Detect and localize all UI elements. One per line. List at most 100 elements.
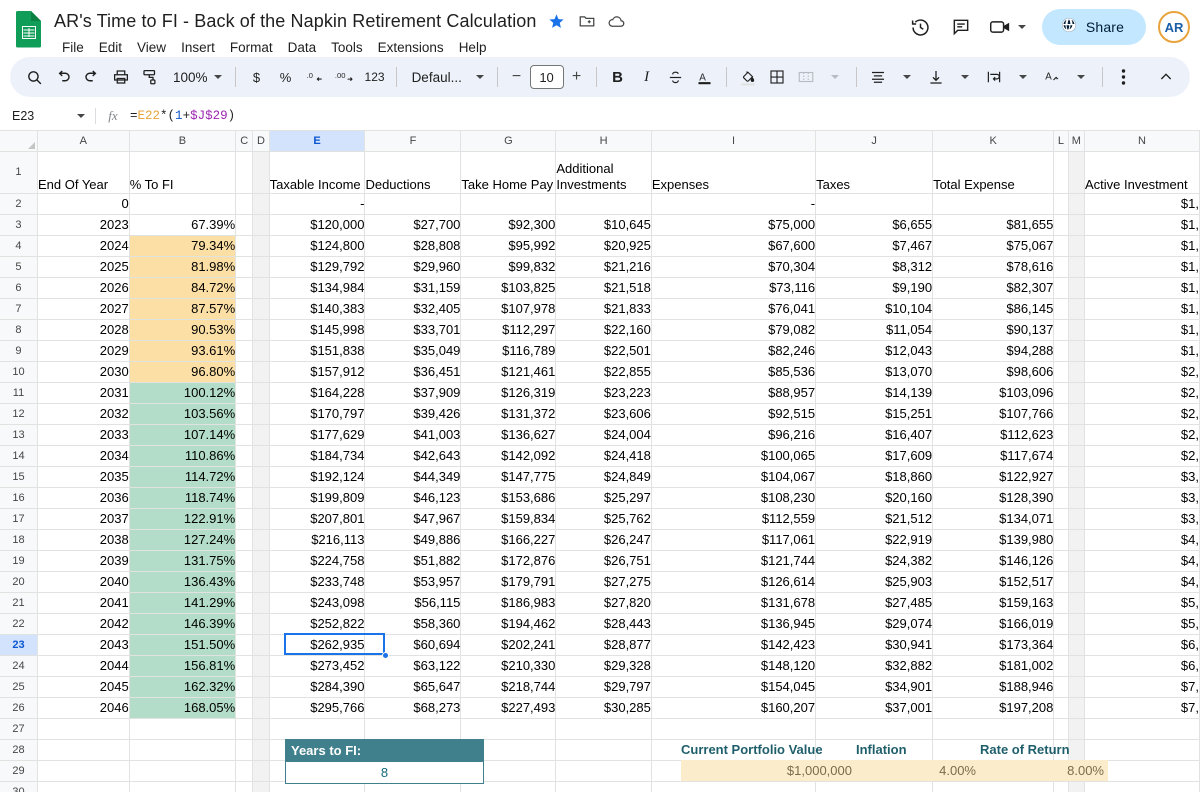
cell-b5[interactable]: 81.98% — [129, 256, 235, 277]
cell-e9[interactable]: $151,838 — [269, 340, 365, 361]
cell-h27[interactable] — [556, 718, 652, 739]
cell-b14[interactable]: 110.86% — [129, 445, 235, 466]
cell-m21[interactable] — [1068, 592, 1084, 613]
cell-j12[interactable]: $15,251 — [816, 403, 933, 424]
cell-l3[interactable] — [1054, 214, 1068, 235]
cell-l13[interactable] — [1054, 424, 1068, 445]
cell-f7[interactable]: $32,405 — [365, 298, 461, 319]
cell-f10[interactable]: $36,451 — [365, 361, 461, 382]
cell-g5[interactable]: $99,832 — [461, 256, 556, 277]
cell-a25[interactable]: 2045 — [37, 676, 129, 697]
cell-g18[interactable]: $166,227 — [461, 529, 556, 550]
cell-j14[interactable]: $17,609 — [816, 445, 933, 466]
cell-h17[interactable]: $25,762 — [556, 508, 652, 529]
cell-a27[interactable] — [37, 718, 129, 739]
cell-n27[interactable] — [1084, 718, 1199, 739]
column-header-c[interactable]: C — [236, 131, 253, 151]
cell-a16[interactable]: 2036 — [37, 487, 129, 508]
cell-m22[interactable] — [1068, 613, 1084, 634]
cell-a18[interactable]: 2038 — [37, 529, 129, 550]
cell-g24[interactable]: $210,330 — [461, 655, 556, 676]
cell-g11[interactable]: $126,319 — [461, 382, 556, 403]
cell-c23[interactable] — [236, 634, 253, 655]
comment-icon[interactable] — [943, 9, 979, 45]
decrease-font-size-button[interactable]: − — [505, 65, 529, 89]
cell-j22[interactable]: $29,074 — [816, 613, 933, 634]
cell-j21[interactable]: $27,485 — [816, 592, 933, 613]
cell-i24[interactable]: $148,120 — [651, 655, 815, 676]
cell-e11[interactable]: $164,228 — [269, 382, 365, 403]
cell-a30[interactable] — [37, 781, 129, 792]
cell-h9[interactable]: $22,501 — [556, 340, 652, 361]
cell-g6[interactable]: $103,825 — [461, 277, 556, 298]
column-header-l[interactable]: L — [1054, 131, 1068, 151]
cell-g9[interactable]: $116,789 — [461, 340, 556, 361]
cell-a13[interactable]: 2033 — [37, 424, 129, 445]
cell-g13[interactable]: $136,627 — [461, 424, 556, 445]
vertical-align-caret[interactable] — [951, 63, 979, 91]
header-cell-m1[interactable] — [1068, 151, 1084, 193]
cell-m5[interactable] — [1068, 256, 1084, 277]
cell-c28[interactable] — [236, 739, 253, 760]
cell-k23[interactable]: $173,364 — [933, 634, 1054, 655]
column-header-k[interactable]: K — [933, 131, 1054, 151]
cell-a12[interactable]: 2032 — [37, 403, 129, 424]
cell-c10[interactable] — [236, 361, 253, 382]
cell-d12[interactable] — [253, 403, 269, 424]
cell-a2[interactable]: 0 — [37, 193, 129, 214]
cell-c3[interactable] — [236, 214, 253, 235]
cell-n11[interactable]: $2, — [1084, 382, 1199, 403]
cell-m16[interactable] — [1068, 487, 1084, 508]
cell-k10[interactable]: $98,606 — [933, 361, 1054, 382]
cell-i8[interactable]: $79,082 — [651, 319, 815, 340]
cell-n3[interactable]: $1, — [1084, 214, 1199, 235]
cell-j8[interactable]: $11,054 — [816, 319, 933, 340]
more-options-icon[interactable] — [1110, 63, 1138, 91]
header-cell-l1[interactable] — [1054, 151, 1068, 193]
cell-c30[interactable] — [236, 781, 253, 792]
cell-g20[interactable]: $179,791 — [461, 571, 556, 592]
header-cell-k1[interactable]: Total Expense — [933, 151, 1054, 193]
cell-j4[interactable]: $7,467 — [816, 235, 933, 256]
row-header-29[interactable]: 29 — [0, 760, 37, 781]
cell-c29[interactable] — [236, 760, 253, 781]
horizontal-align-icon[interactable] — [864, 63, 892, 91]
cell-e7[interactable]: $140,383 — [269, 298, 365, 319]
cell-a23[interactable]: 2043 — [37, 634, 129, 655]
cell-n15[interactable]: $3, — [1084, 466, 1199, 487]
cell-b27[interactable] — [129, 718, 235, 739]
cell-l7[interactable] — [1054, 298, 1068, 319]
cell-f23[interactable]: $60,694 — [365, 634, 461, 655]
cell-n30[interactable] — [1084, 781, 1199, 792]
cell-b10[interactable]: 96.80% — [129, 361, 235, 382]
cell-a8[interactable]: 2028 — [37, 319, 129, 340]
cell-n5[interactable]: $1, — [1084, 256, 1199, 277]
cell-j7[interactable]: $10,104 — [816, 298, 933, 319]
cell-i23[interactable]: $142,423 — [651, 634, 815, 655]
cell-d10[interactable] — [253, 361, 269, 382]
cell-e22[interactable]: $252,822 — [269, 613, 365, 634]
cell-i20[interactable]: $126,614 — [651, 571, 815, 592]
cell-a4[interactable]: 2024 — [37, 235, 129, 256]
cell-h5[interactable]: $21,216 — [556, 256, 652, 277]
formula-input[interactable]: =E22*(1+$J$29) — [130, 109, 235, 123]
cell-k3[interactable]: $81,655 — [933, 214, 1054, 235]
cell-g10[interactable]: $121,461 — [461, 361, 556, 382]
cell-h7[interactable]: $21,833 — [556, 298, 652, 319]
menu-data[interactable]: Data — [281, 37, 324, 59]
column-header-m[interactable]: M — [1068, 131, 1084, 151]
cell-d19[interactable] — [253, 550, 269, 571]
cell-k18[interactable]: $139,980 — [933, 529, 1054, 550]
cell-d25[interactable] — [253, 676, 269, 697]
cell-i6[interactable]: $73,116 — [651, 277, 815, 298]
row-header-22[interactable]: 22 — [0, 613, 37, 634]
cell-m26[interactable] — [1068, 697, 1084, 718]
cell-h10[interactable]: $22,855 — [556, 361, 652, 382]
row-header-21[interactable]: 21 — [0, 592, 37, 613]
cell-i3[interactable]: $75,000 — [651, 214, 815, 235]
cell-f2[interactable] — [365, 193, 461, 214]
cell-c11[interactable] — [236, 382, 253, 403]
horizontal-align-caret[interactable] — [893, 63, 921, 91]
cell-h3[interactable]: $10,645 — [556, 214, 652, 235]
cell-h22[interactable]: $28,443 — [556, 613, 652, 634]
